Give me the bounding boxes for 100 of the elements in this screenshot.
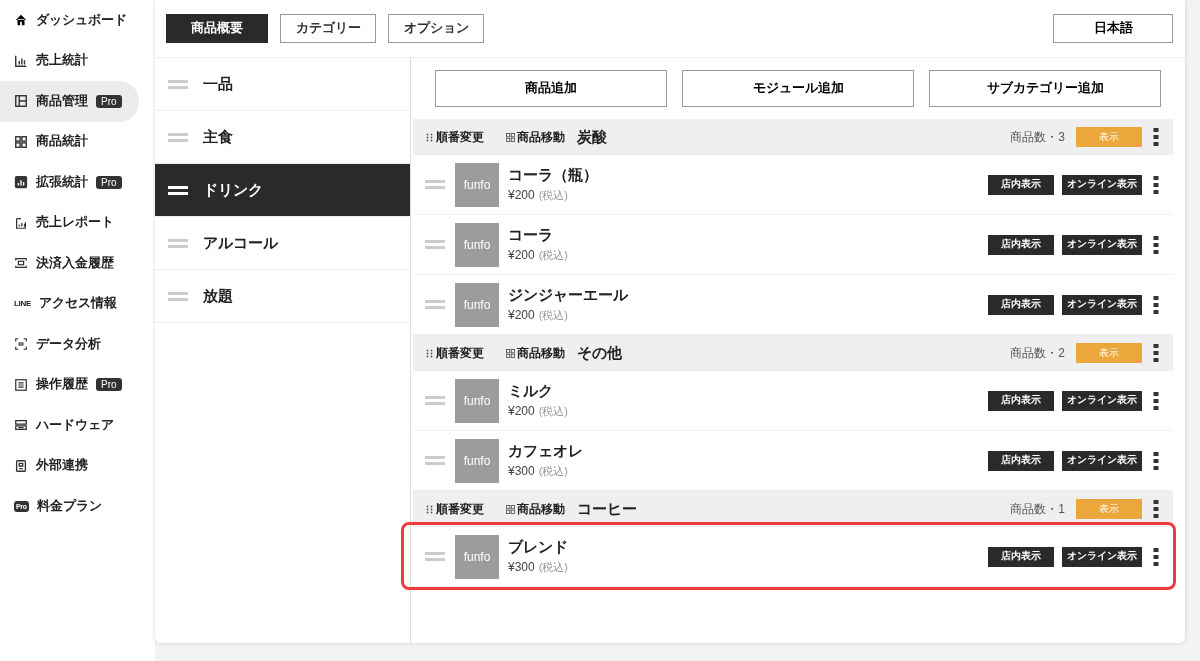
drag-handle-icon[interactable] [425, 240, 445, 249]
move-link[interactable]: 商品移動 [506, 128, 565, 146]
dots-icon [425, 348, 434, 358]
menu-icon [14, 175, 28, 190]
category-item[interactable]: 一品 [155, 58, 410, 111]
grid-icon [506, 504, 515, 514]
reorder-link[interactable]: 順番変更 [425, 344, 484, 362]
store-display-button[interactable]: 店内表示 [988, 450, 1054, 471]
reorder-link[interactable]: 順番変更 [425, 128, 484, 146]
menu-icon [14, 418, 28, 433]
product-price: ¥200 [508, 308, 535, 322]
product-thumbnail: funfo [455, 438, 499, 483]
add-button[interactable]: 商品追加 [435, 70, 667, 107]
tax-note: (税込) [538, 404, 569, 419]
sidebar-item[interactable]: 売上統計 [0, 40, 139, 81]
more-options-icon[interactable] [1153, 451, 1159, 470]
more-options-icon[interactable] [1153, 235, 1159, 254]
menu-icon [14, 215, 28, 230]
drag-handle-icon[interactable] [168, 132, 188, 142]
menu-icon [14, 53, 28, 68]
product-price: ¥200 [508, 188, 535, 202]
drag-handle-icon[interactable] [425, 456, 445, 465]
product-price: ¥200 [508, 248, 535, 262]
drag-handle-icon[interactable] [168, 291, 188, 301]
menu-icon [14, 377, 28, 392]
pro-badge: Pro [96, 175, 122, 189]
more-options-icon[interactable] [1153, 128, 1159, 146]
drag-handle-icon[interactable] [425, 180, 445, 189]
sidebar-item[interactable]: 外部連携 [0, 445, 139, 486]
sidebar-item[interactable]: 売上レポート [0, 202, 139, 243]
tab[interactable]: オプション [388, 14, 484, 43]
online-display-button[interactable]: オンライン表示 [1062, 234, 1142, 255]
drag-handle-icon[interactable] [425, 552, 445, 561]
sidebar-item[interactable]: 決済入金履歴 [0, 243, 139, 284]
product-name: コーラ [508, 226, 554, 245]
category-label: アルコール [203, 233, 278, 253]
menu-icon [14, 256, 28, 271]
drag-handle-icon[interactable] [425, 300, 445, 309]
tab[interactable]: 商品概要 [166, 14, 268, 43]
pro-badge: Pro [96, 378, 122, 392]
more-options-icon[interactable] [1153, 500, 1159, 518]
language-button[interactable]: 日本語 [1053, 14, 1173, 43]
sidebar-item[interactable]: 操作履歴 Pro [0, 364, 139, 405]
item-count: 商品数・3 [1010, 128, 1065, 146]
drag-handle-icon[interactable] [168, 185, 188, 195]
grid-icon [506, 132, 515, 142]
online-display-button[interactable]: オンライン表示 [1062, 390, 1142, 411]
store-display-button[interactable]: 店内表示 [988, 234, 1054, 255]
store-display-button[interactable]: 店内表示 [988, 546, 1054, 567]
sidebar-label: 操作履歴 [36, 376, 88, 394]
product-thumbnail: funfo [455, 282, 499, 327]
online-display-button[interactable]: オンライン表示 [1062, 294, 1142, 315]
online-display-button[interactable]: オンライン表示 [1062, 174, 1142, 195]
sidebar-label: アクセス情報 [39, 295, 118, 313]
move-link[interactable]: 商品移動 [506, 500, 565, 518]
sidebar-item[interactable]: ハードウェア [0, 405, 139, 446]
sidebar-item[interactable]: 商品統計 [0, 121, 139, 162]
sidebar-label: 商品統計 [36, 133, 88, 151]
sidebar-item[interactable]: LINE アクセス情報 [0, 283, 139, 324]
sidebar-label: 拡張統計 [36, 173, 88, 191]
pro-badge: Pro [96, 94, 122, 108]
drag-handle-icon[interactable] [168, 238, 188, 248]
store-display-button[interactable]: 店内表示 [988, 390, 1054, 411]
menu-icon [14, 13, 28, 28]
store-display-button[interactable]: 店内表示 [988, 174, 1054, 195]
product-name: ブレンド [508, 538, 569, 557]
sidebar-item[interactable]: 商品管理 Pro [0, 81, 139, 122]
dots-icon [425, 132, 434, 142]
category-item[interactable]: アルコール [155, 217, 410, 270]
sidebar-item[interactable]: 拡張統計 Pro [0, 162, 139, 203]
store-display-button[interactable]: 店内表示 [988, 294, 1054, 315]
more-options-icon[interactable] [1153, 391, 1159, 410]
move-link[interactable]: 商品移動 [506, 344, 565, 362]
product-price: ¥200 [508, 404, 535, 418]
add-button[interactable]: モジュール追加 [682, 70, 914, 107]
add-button[interactable]: サブカテゴリー追加 [929, 70, 1161, 107]
sidebar-label: 売上レポート [36, 214, 114, 232]
category-item[interactable]: 放題 [155, 270, 410, 323]
tab[interactable]: カテゴリー [280, 14, 376, 43]
drag-handle-icon[interactable] [168, 79, 188, 89]
more-options-icon[interactable] [1153, 547, 1159, 566]
sidebar-item[interactable]: データ分析 [0, 324, 139, 365]
more-options-icon[interactable] [1153, 175, 1159, 194]
category-item[interactable]: ドリンク [155, 164, 410, 217]
drag-handle-icon[interactable] [425, 396, 445, 405]
reorder-link[interactable]: 順番変更 [425, 500, 484, 518]
online-display-button[interactable]: オンライン表示 [1062, 450, 1142, 471]
category-label: 主食 [203, 127, 233, 147]
more-options-icon[interactable] [1153, 344, 1159, 362]
group-name: コーヒー [577, 499, 637, 519]
more-options-icon[interactable] [1153, 295, 1159, 314]
product-name: カフェオレ [508, 442, 583, 461]
product-name: ジンジャーエール [508, 286, 628, 305]
item-count: 商品数・1 [1010, 500, 1065, 518]
sidebar-label: 料金プラン [36, 497, 102, 515]
online-display-button[interactable]: オンライン表示 [1062, 546, 1142, 567]
sidebar-label: ハードウェア [36, 416, 114, 434]
sidebar-item[interactable]: ダッシュボード [0, 0, 139, 41]
sidebar-label: ダッシュボード [36, 11, 127, 29]
sidebar-label: 売上統計 [36, 52, 88, 70]
